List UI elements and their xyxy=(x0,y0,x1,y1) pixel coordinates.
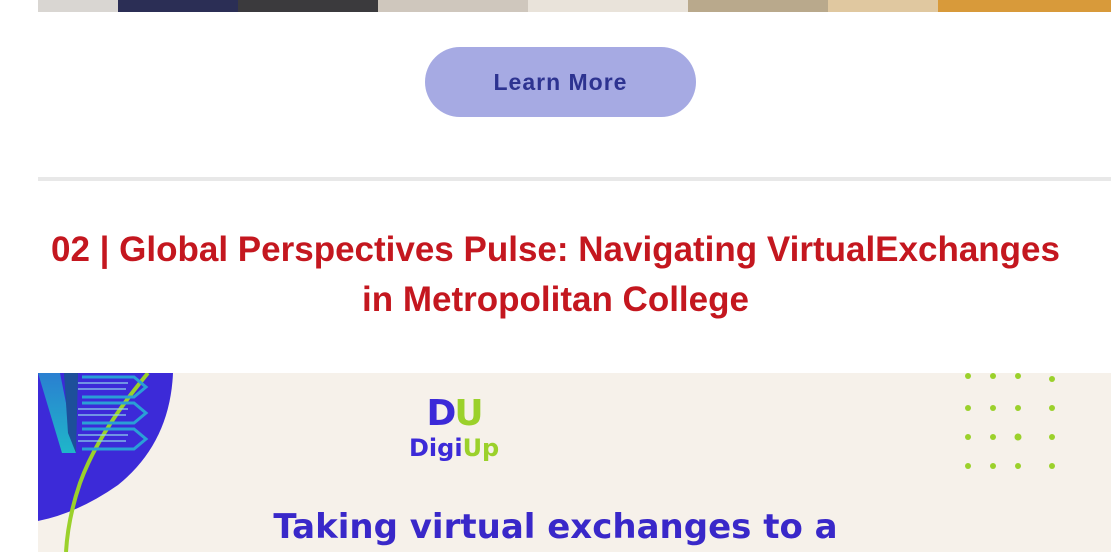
section-divider xyxy=(38,177,1111,181)
ve-logo xyxy=(38,373,149,453)
digiup-logo: DU DigiUp xyxy=(409,393,500,463)
virtual-exchange-banner: DU DigiUp Taking virtual exchanges to a xyxy=(38,373,1111,552)
digiup-mark: DU xyxy=(426,393,483,434)
banner-headline: Taking virtual exchanges to a xyxy=(273,507,838,547)
learn-more-button[interactable]: Learn More xyxy=(425,47,696,117)
event-photo xyxy=(38,0,1111,12)
section-title: 02 | Global Perspectives Pulse: Navigati… xyxy=(51,230,1060,319)
digiup-wordmark: DigiUp xyxy=(409,434,500,462)
dot-grid xyxy=(965,373,1055,469)
